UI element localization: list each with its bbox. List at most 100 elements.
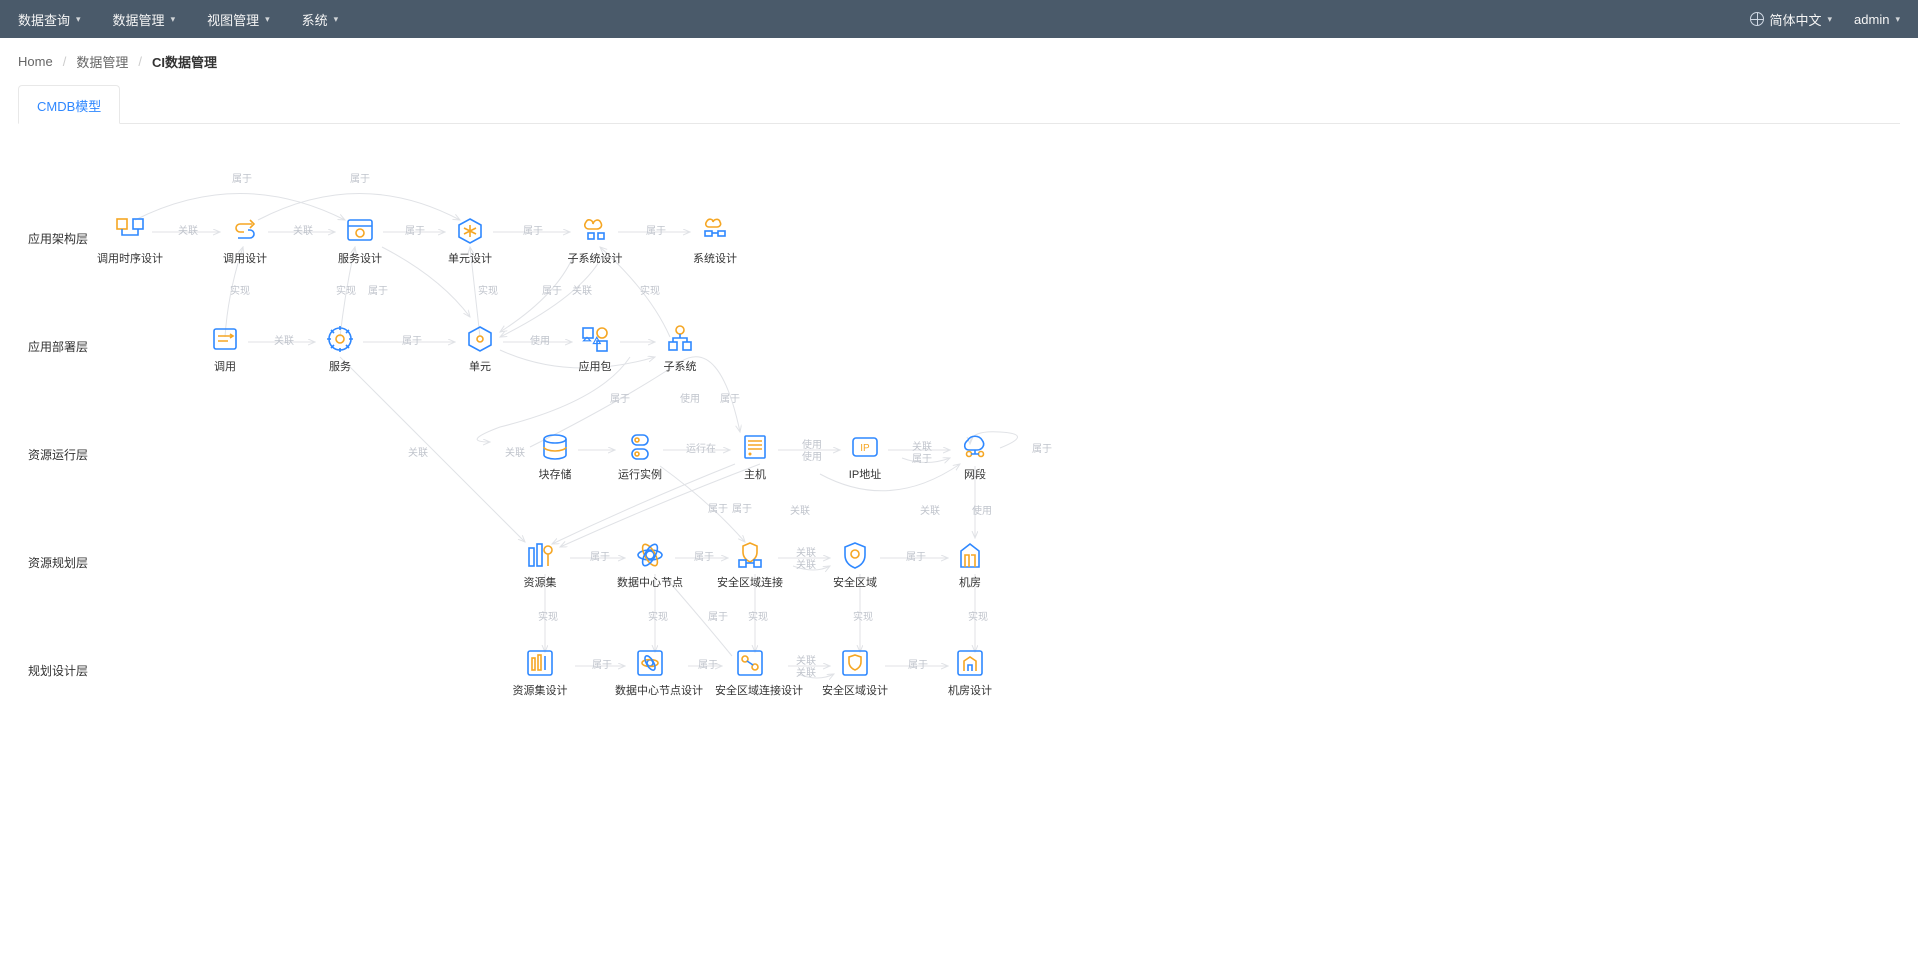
edge-label: 属于 bbox=[405, 222, 425, 237]
nav-item-view[interactable]: 视图管理▾ bbox=[207, 10, 270, 29]
chevron-down-icon: ▾ bbox=[265, 14, 270, 25]
node-label: 安全区域设计 bbox=[820, 682, 890, 698]
layer-label-runtime: 资源运行层 bbox=[28, 446, 88, 463]
node-block-storage[interactable]: 块存储 bbox=[520, 432, 590, 482]
edge-label: 关联 bbox=[796, 652, 816, 667]
nav-label: 数据查询 bbox=[18, 10, 70, 29]
node-seq-design[interactable]: 调用时序设计 bbox=[95, 216, 165, 266]
node-label: 数据中心节点设计 bbox=[615, 682, 685, 698]
edge-label: 关联 bbox=[572, 282, 592, 297]
breadcrumb-home[interactable]: Home bbox=[18, 54, 53, 69]
node-label: 安全区域连接 bbox=[715, 574, 785, 590]
node-label: 服务 bbox=[305, 358, 375, 374]
node-label: 调用设计 bbox=[210, 250, 280, 266]
node-label: 调用 bbox=[190, 358, 260, 374]
breadcrumb-mid[interactable]: 数据管理 bbox=[76, 52, 128, 71]
edge-label: 实现 bbox=[648, 608, 668, 623]
edge-label: 关联 bbox=[178, 222, 198, 237]
edge-label: 实现 bbox=[640, 282, 660, 297]
chevron-down-icon: ▾ bbox=[334, 14, 339, 25]
layer-label-plan: 资源规划层 bbox=[28, 554, 88, 571]
node-room-design[interactable]: 机房设计 bbox=[935, 648, 1005, 698]
subsystem-design-icon bbox=[580, 216, 610, 246]
nav-menu: 数据查询▾ 数据管理▾ 视图管理▾ 系统▾ bbox=[18, 10, 338, 29]
node-unit-design[interactable]: 单元设计 bbox=[435, 216, 505, 266]
edge-label: 实现 bbox=[538, 608, 558, 623]
service-design-icon bbox=[345, 216, 375, 246]
node-service-design[interactable]: 服务设计 bbox=[325, 216, 395, 266]
edge-label: 属于 bbox=[646, 222, 666, 237]
edge-label: 实现 bbox=[230, 282, 250, 297]
breadcrumb-sep: / bbox=[138, 54, 142, 69]
layer-label-design: 规划设计层 bbox=[28, 662, 88, 679]
node-label: 机房设计 bbox=[935, 682, 1005, 698]
edge-label: 实现 bbox=[748, 608, 768, 623]
node-sec-zone[interactable]: 安全区域 bbox=[820, 540, 890, 590]
edge-label: 使用 bbox=[802, 436, 822, 451]
edge-label: 属于 bbox=[720, 390, 740, 405]
node-host[interactable]: 主机 bbox=[720, 432, 790, 482]
node-resset-design[interactable]: 资源集设计 bbox=[505, 648, 575, 698]
node-service[interactable]: 服务 bbox=[305, 324, 375, 374]
node-dc-node[interactable]: 数据中心节点 bbox=[615, 540, 685, 590]
breadcrumb-current: CI数据管理 bbox=[152, 52, 217, 71]
chevron-down-icon: ▾ bbox=[171, 14, 176, 25]
node-sec-link[interactable]: 安全区域连接 bbox=[715, 540, 785, 590]
node-label: 系统设计 bbox=[680, 250, 750, 266]
node-room[interactable]: 机房 bbox=[935, 540, 1005, 590]
node-subsystem[interactable]: 子系统 bbox=[645, 324, 715, 374]
tab-bar: CMDB模型 bbox=[18, 85, 1900, 124]
node-call[interactable]: 调用 bbox=[190, 324, 260, 374]
node-label: 网段 bbox=[940, 466, 1010, 482]
node-ip[interactable]: IPIP地址 bbox=[830, 432, 900, 482]
security-zone-icon bbox=[840, 540, 870, 570]
node-app-package[interactable]: 应用包 bbox=[560, 324, 630, 374]
edge-label: 使用 bbox=[802, 448, 822, 463]
nav-item-system[interactable]: 系统▾ bbox=[302, 10, 339, 29]
edge-label: 关联 bbox=[790, 502, 810, 517]
edge-label: 关联 bbox=[796, 664, 816, 679]
node-dc-node-design[interactable]: 数据中心节点设计 bbox=[615, 648, 685, 698]
edge-label: 关联 bbox=[796, 556, 816, 571]
node-resset[interactable]: 资源集 bbox=[505, 540, 575, 590]
edge-label: 属于 bbox=[708, 608, 728, 623]
nav-item-query[interactable]: 数据查询▾ bbox=[18, 10, 81, 29]
node-sec-zone-design[interactable]: 安全区域设计 bbox=[820, 648, 890, 698]
node-instance[interactable]: 运行实例 bbox=[605, 432, 675, 482]
node-unit[interactable]: 单元 bbox=[445, 324, 515, 374]
edge-label: 属于 bbox=[368, 282, 388, 297]
language-label: 简体中文 bbox=[1770, 10, 1822, 29]
chevron-down-icon: ▾ bbox=[1828, 14, 1833, 25]
node-segment[interactable]: 网段 bbox=[940, 432, 1010, 482]
edge-label: 属于 bbox=[708, 500, 728, 515]
resource-set-design-icon bbox=[525, 648, 555, 678]
layer-label-arch: 应用架构层 bbox=[28, 230, 88, 247]
storage-icon bbox=[540, 432, 570, 462]
call-icon bbox=[210, 324, 240, 354]
subsystem-icon bbox=[665, 324, 695, 354]
edge-label: 属于 bbox=[694, 548, 714, 563]
svg-text:IP: IP bbox=[860, 443, 870, 454]
edge-label: 属于 bbox=[542, 282, 562, 297]
user-menu[interactable]: admin▾ bbox=[1854, 12, 1900, 27]
room-icon bbox=[955, 540, 985, 570]
node-sec-link-design[interactable]: 安全区域连接设计 bbox=[715, 648, 785, 698]
node-label: 资源集设计 bbox=[505, 682, 575, 698]
host-icon bbox=[740, 432, 770, 462]
node-label: 单元 bbox=[445, 358, 515, 374]
diagram-canvas[interactable]: 应用架构层 应用部署层 资源运行层 资源规划层 规划设计层 调用时序设计 调用设… bbox=[0, 132, 1918, 952]
node-label: 子系统设计 bbox=[560, 250, 630, 266]
node-label: 应用包 bbox=[560, 358, 630, 374]
node-call-design[interactable]: 调用设计 bbox=[210, 216, 280, 266]
nav-item-manage[interactable]: 数据管理▾ bbox=[113, 10, 176, 29]
segment-icon bbox=[960, 432, 990, 462]
package-icon bbox=[580, 324, 610, 354]
nav-right: 简体中文 ▾ admin▾ bbox=[1750, 10, 1901, 29]
node-subsys-design[interactable]: 子系统设计 bbox=[560, 216, 630, 266]
tab-cmdb-model[interactable]: CMDB模型 bbox=[18, 85, 120, 124]
language-selector[interactable]: 简体中文 ▾ bbox=[1750, 10, 1833, 29]
layer-label-deploy: 应用部署层 bbox=[28, 338, 88, 355]
node-sys-design[interactable]: 系统设计 bbox=[680, 216, 750, 266]
user-label: admin bbox=[1854, 12, 1889, 27]
node-label: 单元设计 bbox=[435, 250, 505, 266]
